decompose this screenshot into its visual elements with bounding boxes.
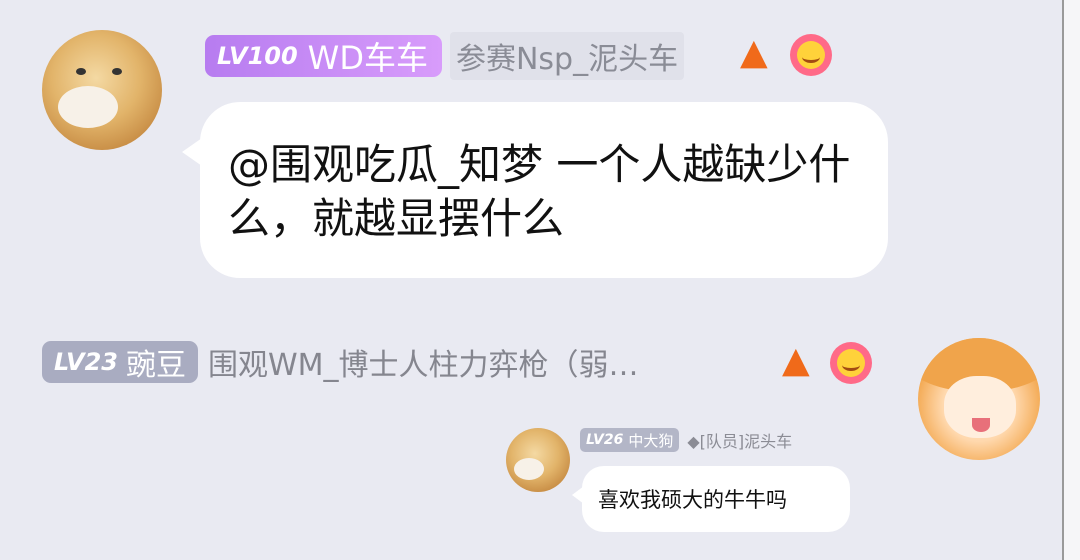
message-bubble[interactable]: 喜欢我硕大的牛牛吗 [572,466,850,532]
avatar-eye [76,68,86,75]
level-label: LV100 [217,42,298,70]
level-label: LV23 [54,348,118,376]
message-text: @围观吃瓜_知梦 一个人越缺少什么，就越显摆什么 [228,140,851,243]
scrollbar-edge [1062,0,1080,560]
bubble-tail [572,486,584,504]
flower-smile [842,359,860,371]
nickname: 中大狗 [628,431,674,450]
avatar-mouth [972,418,990,432]
avatar-eye [112,68,122,75]
fire-icon: ▲ [782,340,810,381]
message-2-header: LV23 豌豆 围观WM_博士人柱力弈枪（弱… [42,340,639,384]
avatar-snout [58,86,118,128]
flower-smile-icon [830,342,872,384]
message-bubble[interactable]: @围观吃瓜_知梦 一个人越缺少什么，就越显摆什么 [182,102,888,278]
flower-smile [802,51,820,63]
flower-smile-icon [790,34,832,76]
user-level-badge[interactable]: LV26 中大狗 [580,428,680,452]
avatar[interactable] [506,428,570,492]
avatar[interactable] [918,338,1040,460]
message-3-header: LV26 中大狗 ◆[队员]泥头车 [580,428,792,452]
user-tag: 围观WM_博士人柱力弈枪（弱… [207,348,639,383]
user-level-badge[interactable]: LV23 豌豆 [42,341,198,383]
nickname: WD车车 [307,39,428,77]
avatar[interactable] [42,30,162,150]
level-label: LV26 [586,432,624,448]
avatar-snout [514,458,544,480]
user-level-badge[interactable]: LV100 WD车车 [205,35,442,77]
user-tag: 参赛Nsp_泥头车 [449,32,685,80]
fire-icon: ▲ [740,32,768,73]
message-1-header: LV100 WD车车 参赛Nsp_泥头车 [205,32,685,80]
message-text: 喜欢我硕大的牛牛吗 [598,488,787,512]
nickname: 豌豆 [125,348,186,383]
bubble-tail [182,138,202,166]
user-tag: ◆[队员]泥头车 [687,432,793,451]
